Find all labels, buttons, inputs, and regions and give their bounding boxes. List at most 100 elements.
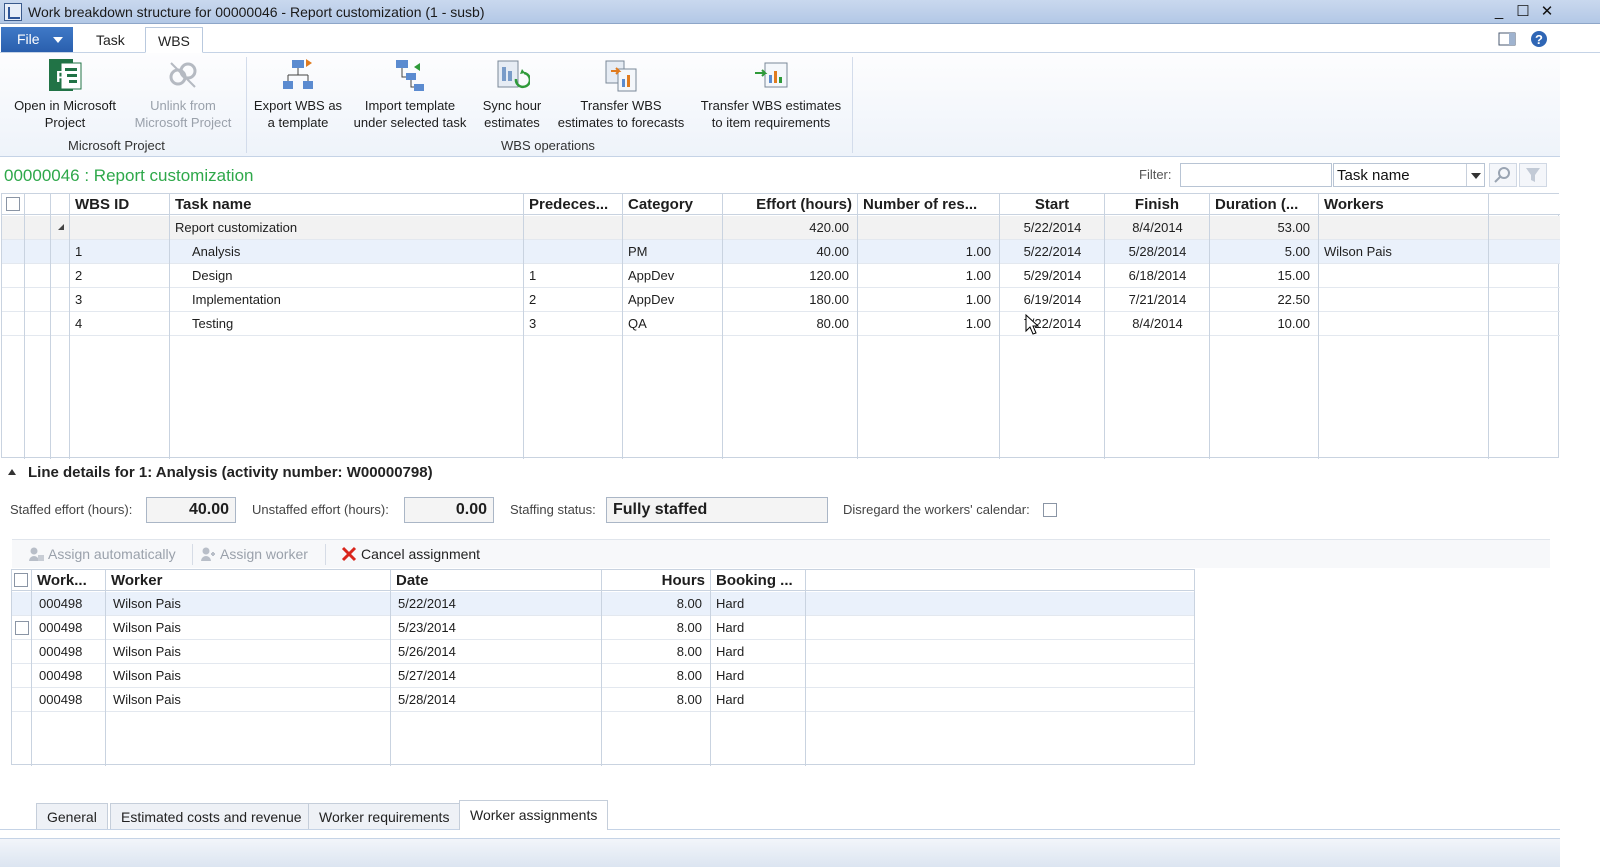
grid-line: [622, 194, 623, 459]
unlink-project-button[interactable]: Unlink from Microsoft Project: [126, 57, 240, 131]
col-start[interactable]: Start: [1000, 194, 1105, 215]
ribbon-separator: [852, 57, 853, 153]
cell-work: 000498: [39, 692, 83, 707]
filter-icon[interactable]: [1519, 163, 1547, 187]
tab-task[interactable]: Task: [84, 27, 137, 53]
table-row[interactable]: 2 Design 1 AppDev 120.00 1.00 5/29/2014 …: [2, 264, 1560, 288]
line-details-title: Line details for 1: Analysis (activity n…: [28, 464, 433, 481]
export-wbs-button[interactable]: Export WBS as a template: [252, 57, 344, 131]
open-in-project-button[interactable]: P Open in Microsoft Project: [6, 57, 124, 131]
wbs-grid: WBS ID Task name Predeces... Category Ef…: [1, 193, 1560, 459]
transfer-items-icon: [753, 57, 789, 93]
ribbon: P Open in Microsoft Project Unlink from …: [0, 53, 1560, 157]
tab-general[interactable]: General: [36, 803, 108, 829]
cell-wbs-id: 2: [75, 268, 83, 283]
detail-tabs: General Estimated costs and revenue Work…: [0, 800, 1560, 830]
table-row-summary[interactable]: Report customization 420.00 5/22/2014 8/…: [2, 216, 1560, 240]
cell-start: 6/19/2014: [1023, 292, 1082, 307]
grid-line: [722, 194, 723, 459]
filler-column-header: [806, 570, 1194, 591]
cell-finish: 6/18/2014: [1128, 268, 1187, 283]
col-workers[interactable]: Workers: [1319, 194, 1489, 215]
ms-project-icon: P: [47, 57, 83, 93]
svg-text:P: P: [56, 69, 67, 86]
chevron-down-icon: [53, 37, 63, 43]
unstaffed-effort-label: Unstaffed effort (hours):: [252, 502, 389, 517]
import-template-label-2: under selected task: [353, 115, 467, 130]
cell-hours: 8.00: [676, 620, 702, 635]
cell-effort: 80.00: [816, 316, 849, 331]
cell-task-name: Testing: [192, 316, 234, 331]
assign-automatically-button[interactable]: Assign automatically: [28, 546, 176, 562]
cell-booking: Hard: [716, 692, 745, 707]
tab-wbs[interactable]: WBS: [145, 27, 203, 53]
cell-booking: Hard: [716, 644, 745, 659]
transfer-forecasts-label-1: Transfer WBS: [580, 98, 662, 113]
table-row[interactable]: 000498 Wilson Pais 5/23/2014 8.00 Hard: [12, 616, 1194, 640]
help-icon[interactable]: ?: [1529, 29, 1549, 49]
cancel-assignment-button[interactable]: Cancel assignment: [341, 546, 480, 562]
cell-start: 5/22/2014: [1023, 244, 1082, 259]
staffed-effort-label: Staffed effort (hours):: [10, 502, 133, 517]
table-row[interactable]: 000498 Wilson Pais 5/22/2014 8.00 Hard: [12, 592, 1194, 616]
table-row[interactable]: 3 Implementation 2 AppDev 180.00 1.00 6/…: [2, 288, 1560, 312]
col-duration[interactable]: Duration (...: [1210, 194, 1319, 215]
collapse-section-icon[interactable]: [8, 469, 16, 475]
cell-booking: Hard: [716, 668, 745, 683]
minimize-button[interactable]: _: [1488, 2, 1510, 22]
select-all-checkbox[interactable]: [14, 573, 28, 587]
line-details-header[interactable]: Line details for 1: Analysis (activity n…: [8, 464, 433, 481]
col-finish[interactable]: Finish: [1105, 194, 1210, 215]
close-button[interactable]: ✕: [1536, 2, 1558, 22]
table-row[interactable]: 1 Analysis PM 40.00 1.00 5/22/2014 5/28/…: [2, 240, 1560, 264]
cell-date: 5/28/2014: [398, 692, 456, 707]
grid-line: [805, 570, 806, 766]
filter-field-select[interactable]: Task name: [1333, 163, 1485, 187]
col-predecessors[interactable]: Predeces...: [524, 194, 623, 215]
cancel-assignment-label: Cancel assignment: [361, 546, 481, 562]
col-hours[interactable]: Hours: [602, 570, 711, 591]
table-row[interactable]: 4 Testing 3 QA 80.00 1.00 7/22/2014 8/4/…: [2, 312, 1560, 336]
col-work[interactable]: Work...: [32, 570, 106, 591]
col-worker[interactable]: Worker: [106, 570, 391, 591]
transfer-to-item-requirements-button[interactable]: Transfer WBS estimates to item requireme…: [694, 57, 848, 131]
assign-worker-button[interactable]: Assign worker: [200, 546, 308, 562]
import-template-button[interactable]: Import template under selected task: [348, 57, 472, 131]
col-wbs-id[interactable]: WBS ID: [70, 194, 170, 215]
filter-input[interactable]: [1180, 163, 1332, 187]
row-checkbox[interactable]: [15, 621, 29, 635]
tab-worker-assignments[interactable]: Worker assignments: [459, 800, 609, 830]
layout-icon[interactable]: [1497, 29, 1517, 49]
cell-duration: 10.00: [1277, 316, 1310, 331]
col-number-of-resources[interactable]: Number of res...: [858, 194, 1000, 215]
tab-worker-requirements[interactable]: Worker requirements: [308, 803, 461, 829]
select-all-cell[interactable]: [2, 194, 25, 215]
file-menu-button[interactable]: File: [1, 27, 73, 52]
select-all-checkbox[interactable]: [6, 197, 20, 211]
table-row[interactable]: 000498 Wilson Pais 5/26/2014 8.00 Hard: [12, 640, 1194, 664]
cell-effort: 40.00: [816, 244, 849, 259]
select-all-cell[interactable]: [12, 570, 32, 591]
col-task-name[interactable]: Task name: [170, 194, 524, 215]
col-category[interactable]: Category: [623, 194, 723, 215]
filler-column-header: [1489, 194, 1560, 215]
col-effort[interactable]: Effort (hours): [723, 194, 858, 215]
collapse-icon[interactable]: [54, 216, 68, 240]
table-row[interactable]: 000498 Wilson Pais 5/27/2014 8.00 Hard: [12, 664, 1194, 688]
open-in-project-label-1: Open in Microsoft: [14, 98, 116, 113]
col-date[interactable]: Date: [391, 570, 602, 591]
cell-start: 7/22/2014: [1023, 316, 1082, 331]
action-separator: [325, 544, 326, 565]
hierarchy-import-icon: [392, 57, 428, 93]
col-booking[interactable]: Booking ...: [711, 570, 806, 591]
sync-hour-estimates-button[interactable]: Sync hour estimates: [476, 57, 548, 131]
cell-category: PM: [628, 244, 648, 259]
table-row[interactable]: 000498 Wilson Pais 5/28/2014 8.00 Hard: [12, 688, 1194, 712]
disregard-calendar-checkbox[interactable]: [1043, 503, 1057, 517]
maximize-button[interactable]: ☐: [1512, 2, 1534, 22]
cell-worker: Wilson Pais: [113, 644, 181, 659]
transfer-to-forecasts-button[interactable]: Transfer WBS estimates to forecasts: [552, 57, 690, 131]
tab-estimated-costs-and-revenue[interactable]: Estimated costs and revenue: [110, 803, 313, 829]
search-icon[interactable]: [1489, 163, 1517, 187]
cell-workers: [1319, 288, 1489, 312]
